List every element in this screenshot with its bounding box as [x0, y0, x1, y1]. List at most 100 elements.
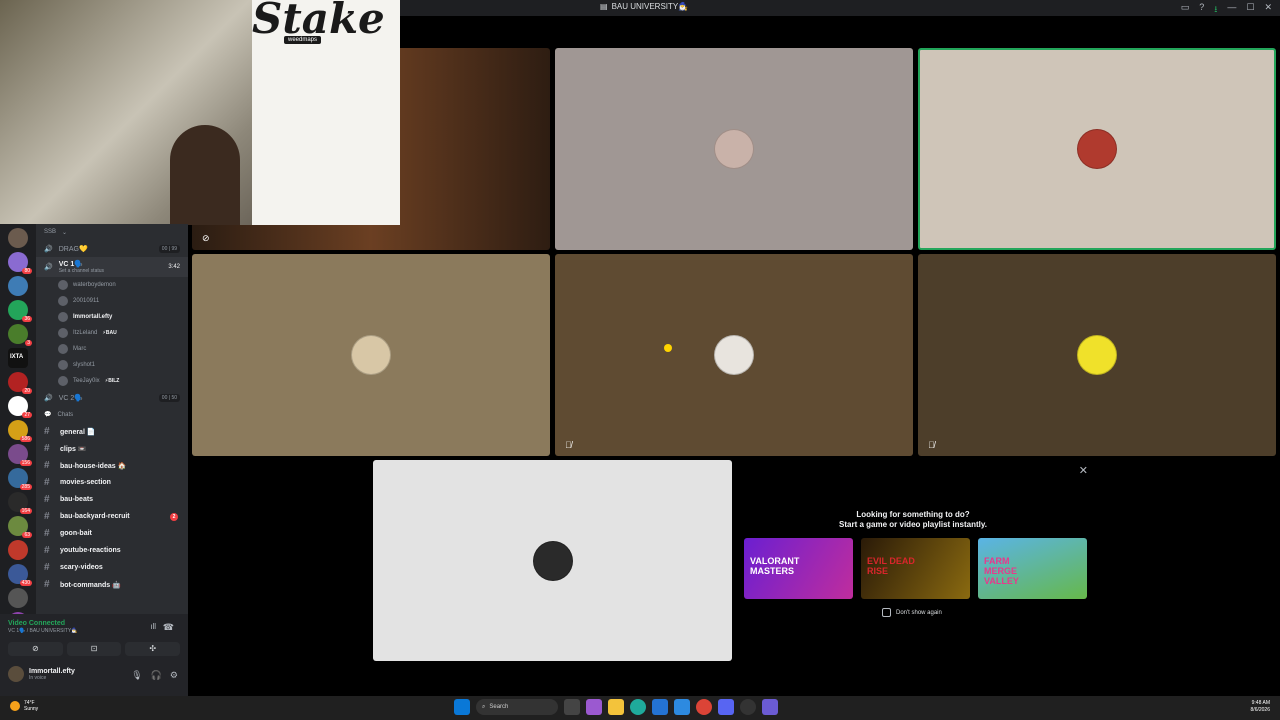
- user-panel: Video Connected VC 1🗣️ / BAU UNIVERSITY🧙…: [0, 614, 188, 696]
- voice-channel-vc1[interactable]: 🔊 VC 1🗣️ Set a channel status 3:42: [36, 257, 188, 277]
- avatar: [58, 296, 68, 306]
- voice-channel-drag[interactable]: 🔊 DRAG💛 00 | 99: [36, 240, 188, 257]
- mention-badge: 27: [22, 412, 32, 418]
- camera-off-button[interactable]: ⊘: [8, 642, 63, 656]
- media-icon[interactable]: [740, 699, 756, 715]
- server-icon[interactable]: [8, 540, 28, 560]
- microphone-icon[interactable]: 🎙: [131, 670, 142, 681]
- discord-icon[interactable]: [718, 699, 734, 715]
- text-channel[interactable]: # scary-videos: [36, 559, 188, 576]
- mention-badge: 80: [22, 268, 32, 274]
- text-channel[interactable]: # bau-house-ideas 🏠: [36, 457, 188, 474]
- chat-icon: 💬: [44, 412, 52, 418]
- video-tile-6[interactable]: 🎙̸: [918, 254, 1276, 456]
- text-channel[interactable]: # youtube-reactions: [36, 542, 188, 559]
- mention-badge: 430: [19, 580, 32, 586]
- headphones-icon[interactable]: 🎧: [151, 670, 162, 681]
- activity-card-farm-merge[interactable]: FARM MERGE VALLEY: [978, 538, 1087, 599]
- calculator-icon[interactable]: [762, 699, 778, 715]
- mention-badge: 36: [22, 316, 32, 322]
- text-channel[interactable]: # general 📄: [36, 423, 188, 440]
- taskbar-apps: ⌕ Search: [454, 699, 778, 715]
- voice-member[interactable]: slyshot1: [36, 357, 188, 373]
- video-tile-7[interactable]: [373, 460, 732, 661]
- voice-member[interactable]: TeeJay0ix ⚡BILZ: [36, 373, 188, 389]
- server-icon[interactable]: 27: [8, 396, 32, 418]
- muted-mic-icon: 🎙̸: [565, 440, 572, 450]
- text-channel[interactable]: # bau-beats: [36, 491, 188, 508]
- disconnect-icon[interactable]: ☎: [163, 622, 174, 633]
- screen-share-button[interactable]: ⊡: [66, 642, 122, 656]
- start-icon[interactable]: [454, 699, 470, 715]
- store-icon[interactable]: [652, 699, 668, 715]
- file-explorer-icon[interactable]: [608, 699, 624, 715]
- clock[interactable]: 9:48 AM 8/6/2026: [1251, 700, 1270, 714]
- search-box[interactable]: ⌕ Search: [476, 699, 558, 715]
- speaker-icon: 🔊: [44, 394, 53, 402]
- server-icon[interactable]: [8, 228, 28, 248]
- text-channel[interactable]: # goon-bait: [36, 525, 188, 542]
- mention-badge: 20: [22, 388, 32, 394]
- voice-channel-vc2[interactable]: 🔊 VC 2🗣️ 00 | 50: [36, 389, 188, 406]
- hash-icon: #: [44, 511, 50, 522]
- server-icon[interactable]: 20: [8, 372, 32, 394]
- text-channel[interactable]: # movies-section: [36, 474, 188, 491]
- dont-show-again[interactable]: Don't show again: [882, 608, 942, 617]
- video-tile-4[interactable]: [192, 254, 550, 456]
- voice-member[interactable]: Marc: [36, 341, 188, 357]
- avatar: [1077, 335, 1117, 375]
- noise-icon[interactable]: ıll: [150, 622, 156, 631]
- video-tile-2[interactable]: [555, 48, 913, 250]
- task-view-icon[interactable]: [564, 699, 580, 715]
- activity-cards: VALORANT MASTERS EVIL DEAD RISE FARM MER…: [744, 538, 1087, 599]
- voice-status: Video Connected VC 1🗣️ / BAU UNIVERSITY🧙…: [8, 620, 78, 634]
- activity-card-valorant[interactable]: VALORANT MASTERS: [744, 538, 853, 599]
- server-icon[interactable]: 3: [8, 324, 32, 346]
- server-icon[interactable]: 63: [8, 516, 32, 538]
- weather-widget[interactable]: 74°F Sunny: [10, 700, 38, 712]
- gear-icon[interactable]: ⚙: [170, 670, 178, 681]
- voice-member[interactable]: 20010911: [36, 293, 188, 309]
- activity-card-evil-dead[interactable]: EVIL DEAD RISE: [861, 538, 970, 599]
- server-icon[interactable]: 285: [8, 468, 32, 490]
- voice-member[interactable]: ItzLeland ⚡BAU: [36, 325, 188, 341]
- server-icon[interactable]: 36: [8, 300, 32, 322]
- server-icon[interactable]: [8, 276, 28, 296]
- mail-icon[interactable]: [674, 699, 690, 715]
- edge-icon[interactable]: [630, 699, 646, 715]
- taskbar: 74°F Sunny ⌕ Search 9:48 AM 8/6/2026: [0, 696, 1280, 720]
- video-tile-5[interactable]: 🎙̸: [555, 254, 913, 456]
- server-icon[interactable]: 80: [8, 252, 32, 274]
- close-icon[interactable]: ✕: [1079, 464, 1088, 477]
- avatar: [58, 328, 68, 338]
- text-channel[interactable]: # bot-commands 🤖: [36, 576, 188, 593]
- category-chats[interactable]: 💬 Chats: [36, 406, 188, 423]
- server-icon[interactable]: 586: [8, 420, 32, 442]
- server-icon[interactable]: 430: [8, 564, 32, 586]
- user-info[interactable]: Immortall.efty In voice: [8, 666, 75, 682]
- server-icon[interactable]: IXTA: [8, 348, 28, 368]
- voice-member[interactable]: waterboydemon: [36, 277, 188, 293]
- server-icon[interactable]: 156: [8, 444, 32, 466]
- chrome-icon[interactable]: [696, 699, 712, 715]
- copilot-icon[interactable]: [586, 699, 602, 715]
- checkbox[interactable]: [882, 608, 891, 617]
- activities-button[interactable]: ✣: [125, 642, 181, 656]
- avatar: [1077, 129, 1117, 169]
- hash-icon: #: [44, 579, 50, 590]
- channel-list: SSB ⌄ 🔊 DRAG💛 00 | 99 🔊 VC 1🗣️ Set a chan…: [36, 224, 188, 614]
- server-icon[interactable]: 164: [8, 492, 32, 514]
- text-channel[interactable]: # clips 📼: [36, 440, 188, 457]
- avatar: [714, 129, 754, 169]
- streamer-webcam-overlay: Stake weedmaps: [0, 0, 400, 225]
- sun-icon: [10, 701, 20, 711]
- category-ssb[interactable]: SSB ⌄: [36, 224, 188, 240]
- text-channels: # general 📄 # clips 📼 # bau-house-ideas 🏠 # mov…: [36, 423, 188, 593]
- avatar: [58, 312, 68, 322]
- hash-icon: #: [44, 528, 50, 539]
- voice-member[interactable]: Immortall.efty: [36, 309, 188, 325]
- mention-badge: 156: [19, 460, 32, 466]
- server-icon[interactable]: [8, 588, 28, 608]
- video-tile-3-speaking[interactable]: [918, 48, 1276, 250]
- text-channel[interactable]: # bau-backyard-recruit 2: [36, 508, 188, 525]
